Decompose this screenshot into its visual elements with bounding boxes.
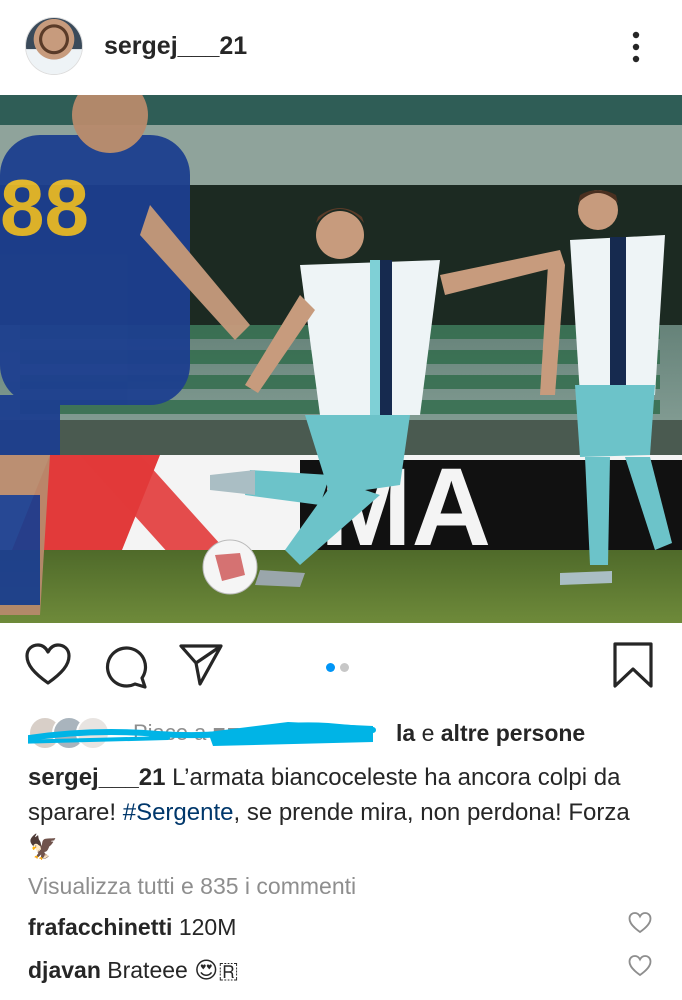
carousel-indicator [326,659,354,677]
heart-eyes-emoji: 😍 [194,957,219,983]
liker-avatar [76,716,110,750]
likes-prefix: Piace a ■■■■■■■■■■■ [133,720,370,746]
likes-joiner: e [421,720,435,746]
comment-like-icon[interactable] [628,955,652,982]
likes-others[interactable]: la e altre persone [396,720,585,747]
like-icon[interactable] [24,643,72,692]
post-header: sergej___21 [0,0,682,95]
caption-text-2: , se prende mira, non perdona! Forza [233,799,630,826]
carousel-dot [340,663,349,672]
bookmark-icon[interactable] [612,641,654,694]
post-username[interactable]: sergej___21 [104,32,247,61]
more-options-icon[interactable] [624,28,648,68]
eagle-emoji: 🦅 [28,834,58,861]
comment-text: Brateee [107,957,188,983]
view-all-comments-link[interactable]: Visualizza tutti e 835 i commenti [28,873,356,900]
likes-prefix-text: Piace a [133,720,207,745]
post-caption: sergej___21 L’armata biancoceleste ha an… [28,760,658,865]
flag-glyph: 🇷 [218,957,239,983]
hashtag-link[interactable]: #Sergente [123,799,234,826]
soccer-photo: MA 88 [0,95,682,623]
comment-text: 120M [178,914,237,940]
likes-suffix: la [396,720,416,746]
comment-username[interactable]: djavan [28,957,101,983]
comment-item: djavan Brateee 😍🇷 [28,957,239,984]
svg-text:88: 88 [0,163,89,252]
likes-others-label: altre persone [440,720,586,746]
post-photo[interactable]: MA 88 [0,95,682,623]
comment-like-icon[interactable] [628,912,652,939]
avatar[interactable] [26,18,82,74]
likes-row[interactable]: Piace a ■■■■■■■■■■■ la e altre persone [28,712,658,752]
likes-name-hidden: ■■■■■■■■■■■ [212,720,370,745]
share-icon[interactable] [178,643,224,692]
caption-username[interactable]: sergej___21 [28,764,165,791]
comment-username[interactable]: frafacchinetti [28,914,172,940]
comment-item: frafacchinetti 120M [28,914,236,941]
carousel-dot-active [326,663,335,672]
comment-icon[interactable] [102,643,148,694]
